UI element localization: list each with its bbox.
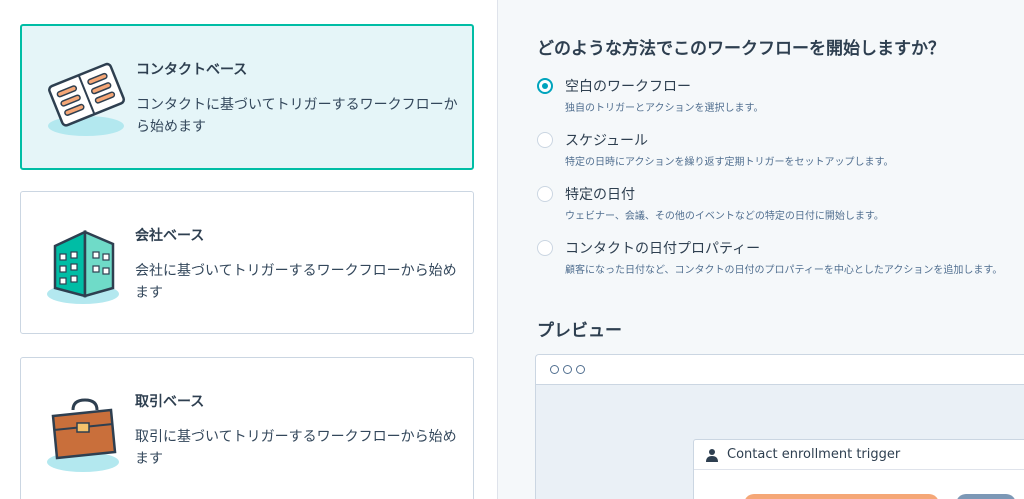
card-description: コンタクトに基づいてトリガーするワークフローから始めます <box>136 97 458 135</box>
option-contact-date-property[interactable]: コンタクトの日付プロパティー 顧客になった日付など、コンタクトの日付のプロパティ… <box>537 240 1017 300</box>
radio-button[interactable] <box>537 132 553 148</box>
option-label: スケジュール <box>565 133 649 149</box>
option-blank-workflow[interactable]: 空白のワークフロー 独自のトリガーとアクションを選択します。 <box>537 78 1017 118</box>
deal-based-card[interactable]: 取引ベース 取引に基づいてトリガーするワークフローから始めます <box>20 357 474 499</box>
option-label: 特定の日付 <box>565 187 635 203</box>
option-label: 空白のワークフロー <box>565 79 691 95</box>
option-help: ウェビナー、会議、その他のイベントなどの特定の日付に開始します。 <box>565 211 884 222</box>
person-icon <box>706 449 718 462</box>
company-based-card[interactable]: 会社ベース 会社に基づいてトリガーするワークフローから始めます <box>20 191 474 334</box>
preview-window: Contact enrollment trigger <box>535 354 1024 499</box>
building-icon <box>47 230 119 304</box>
enrollment-trigger-label: Contact enrollment trigger <box>727 447 901 462</box>
filter-pill <box>744 494 939 499</box>
radio-button[interactable] <box>537 78 553 94</box>
enrollment-trigger-card: Contact enrollment trigger <box>693 439 1024 499</box>
briefcase-icon <box>47 398 119 472</box>
option-help: 独自のトリガーとアクションを選択します。 <box>565 103 764 114</box>
card-title: 会社ベース <box>135 228 205 244</box>
preview-heading: プレビュー <box>537 321 622 341</box>
card-title: コンタクトベース <box>136 62 248 78</box>
preview-window-bar <box>536 355 1024 385</box>
window-dot-icon <box>550 365 559 374</box>
window-dot-icon <box>563 365 572 374</box>
radio-button[interactable] <box>537 240 553 256</box>
contact-card-icon <box>48 62 126 136</box>
workflow-type-panel: コンタクトベース コンタクトに基づいてトリガーするワークフローから始めます 会社… <box>0 0 497 499</box>
enrollment-trigger-header: Contact enrollment trigger <box>694 440 1024 470</box>
start-question-heading: どのような方法でこのワークフローを開始しますか？ <box>537 39 945 59</box>
option-specific-date[interactable]: 特定の日付 ウェビナー、会議、その他のイベントなどの特定の日付に開始します。 <box>537 186 1017 226</box>
option-label: コンタクトの日付プロパティー <box>565 241 761 257</box>
card-description: 取引に基づいてトリガーするワークフローから始めます <box>135 429 457 467</box>
filter-pill-secondary <box>956 494 1016 499</box>
option-help: 特定の日時にアクションを繰り返す定期トリガーをセットアップします。 <box>565 157 894 168</box>
start-options-panel: どのような方法でこのワークフローを開始しますか？ 空白のワークフロー 独自のトリ… <box>498 0 1024 499</box>
card-title: 取引ベース <box>135 394 205 410</box>
option-help: 顧客になった日付など、コンタクトの日付のプロパティーを中心としたアクションを追加… <box>565 265 1003 276</box>
window-dot-icon <box>576 365 585 374</box>
card-description: 会社に基づいてトリガーするワークフローから始めます <box>135 263 457 301</box>
radio-button[interactable] <box>537 186 553 202</box>
option-schedule[interactable]: スケジュール 特定の日時にアクションを繰り返す定期トリガーをセットアップします。 <box>537 132 1017 172</box>
contact-based-card[interactable]: コンタクトベース コンタクトに基づいてトリガーするワークフローから始めます <box>20 24 474 170</box>
